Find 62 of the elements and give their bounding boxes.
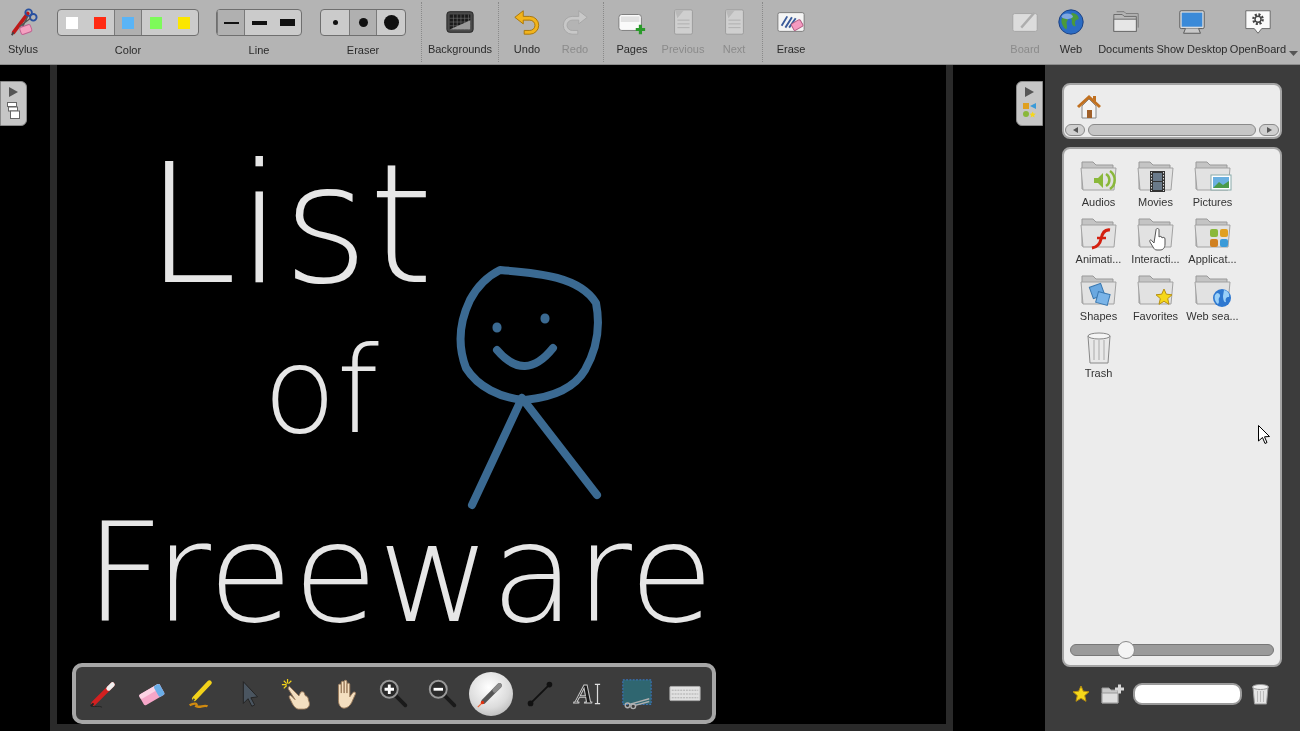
laser-pointer-tool[interactable] xyxy=(469,671,513,716)
color-option[interactable] xyxy=(114,10,142,35)
line-width-icon xyxy=(251,20,267,25)
library-item[interactable]: Interacti... xyxy=(1127,214,1184,266)
library-item[interactable]: Shapes xyxy=(1070,271,1127,323)
text-cursor-icon xyxy=(594,681,601,706)
right-triangle-icon xyxy=(1266,127,1272,133)
search-field[interactable] xyxy=(1133,683,1242,705)
line-width-option[interactable] xyxy=(217,10,245,35)
documents-mode-button[interactable]: Documents xyxy=(1095,0,1157,64)
mouse-cursor-icon xyxy=(1258,425,1270,444)
pen-tools-icon xyxy=(8,7,38,37)
triangle-icon xyxy=(9,87,18,97)
dot-icon xyxy=(358,18,368,27)
library-item[interactable]: Movies xyxy=(1127,157,1184,209)
dot-icon xyxy=(383,15,399,30)
horizontal-scrollbar[interactable] xyxy=(1088,124,1256,136)
eraser-size-option[interactable] xyxy=(349,10,377,35)
erase-button[interactable]: Erase xyxy=(769,0,813,64)
capture-icon xyxy=(619,676,654,711)
library-item[interactable]: Trash xyxy=(1070,328,1127,380)
left-triangle-icon xyxy=(1072,127,1078,133)
home-icon[interactable] xyxy=(1076,94,1102,120)
handwritten-text: of xyxy=(263,321,379,460)
openboard-mode-button[interactable]: OpenBoard xyxy=(1227,0,1289,64)
group-label: Eraser xyxy=(346,44,380,57)
web-mode-button[interactable]: Web xyxy=(1047,0,1095,64)
pages-button[interactable]: Pages xyxy=(610,0,654,64)
star-icon[interactable] xyxy=(1072,685,1090,703)
undo-arrow-icon xyxy=(512,7,542,37)
undo-button[interactable]: Undo xyxy=(505,0,549,64)
library-item[interactable]: Applicat... xyxy=(1184,214,1241,266)
line-width-icon xyxy=(223,21,239,24)
monitor-icon xyxy=(1177,7,1207,37)
dot-icon xyxy=(332,20,338,25)
pages-icon xyxy=(7,102,20,119)
zoom-slider[interactable] xyxy=(1070,641,1274,659)
globe-icon xyxy=(1056,7,1086,37)
library-item[interactable]: Audios xyxy=(1070,157,1127,209)
library-item[interactable]: Web sea... xyxy=(1184,271,1241,323)
pages-panel-tab[interactable] xyxy=(0,81,27,126)
desktop-mode-button[interactable]: Show Desktop xyxy=(1157,0,1227,64)
library-item[interactable]: Favorites xyxy=(1127,271,1184,323)
library-panel-tab[interactable] xyxy=(1016,81,1043,126)
triangle-icon xyxy=(1025,87,1034,97)
gear-icon xyxy=(1243,7,1273,37)
line-width-icon xyxy=(279,19,295,26)
library-item[interactable]: Pictures xyxy=(1184,157,1241,209)
stylus-button[interactable]: Stylus xyxy=(0,0,46,64)
handwritten-text: Freeware xyxy=(85,493,714,654)
backgrounds-button[interactable]: Backgrounds xyxy=(428,0,492,64)
slider-thumb[interactable] xyxy=(1116,641,1135,659)
group-label: Line xyxy=(248,44,270,57)
group-label: Color xyxy=(114,44,142,57)
caret-icon[interactable] xyxy=(1289,51,1298,56)
new-folder-icon[interactable] xyxy=(1101,684,1124,704)
library-item[interactable]: Animati... xyxy=(1070,214,1127,266)
scroll-left-button[interactable] xyxy=(1065,124,1085,136)
trash-icon[interactable] xyxy=(1251,683,1270,705)
library-icon xyxy=(1023,102,1036,119)
scroll-right-button[interactable] xyxy=(1259,124,1279,136)
handwritten-text: List xyxy=(145,129,434,321)
